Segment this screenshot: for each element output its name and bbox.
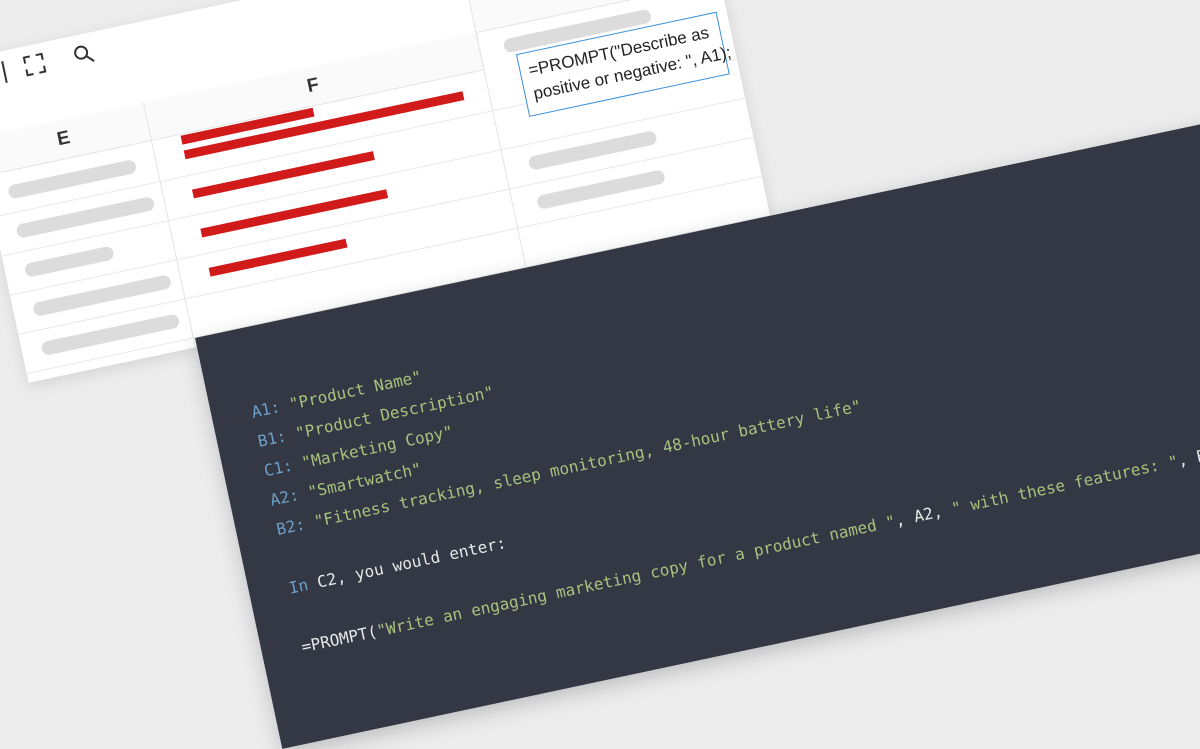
formula-args: , A2, (893, 499, 954, 531)
formula-string: "Write an engaging marketing copy for a … (374, 511, 898, 641)
highlight-bar (208, 238, 348, 277)
highlight-bar (192, 151, 375, 199)
cell-placeholder[interactable] (535, 169, 666, 210)
cell-ref: B2: (274, 514, 307, 540)
cell-placeholder[interactable] (15, 195, 156, 239)
formula-string: " with these features: " (949, 451, 1180, 519)
cell-placeholder[interactable] (527, 130, 658, 171)
column-label-f: F (305, 74, 321, 98)
cell-placeholder[interactable] (32, 274, 173, 318)
cell-ref: A2: (268, 485, 301, 510)
formula-args: , B2) (1175, 441, 1200, 471)
cell-ref: C1: (262, 455, 295, 481)
code-line: In C2, you would enter: (287, 533, 508, 598)
cell-ref: B1: (255, 426, 289, 451)
cell-ref: A1: (249, 397, 282, 422)
search-icon[interactable] (69, 40, 97, 68)
formula-function: =PROMPT( (299, 621, 379, 657)
cell-placeholder[interactable] (40, 313, 181, 357)
toolbar-separator (1, 61, 8, 83)
column-label-e: E (55, 127, 73, 151)
highlight-bar (200, 189, 389, 238)
instruction-text: C2, you would enter: (305, 533, 508, 594)
cell-placeholder[interactable] (23, 245, 115, 278)
expand-icon[interactable] (20, 50, 48, 78)
